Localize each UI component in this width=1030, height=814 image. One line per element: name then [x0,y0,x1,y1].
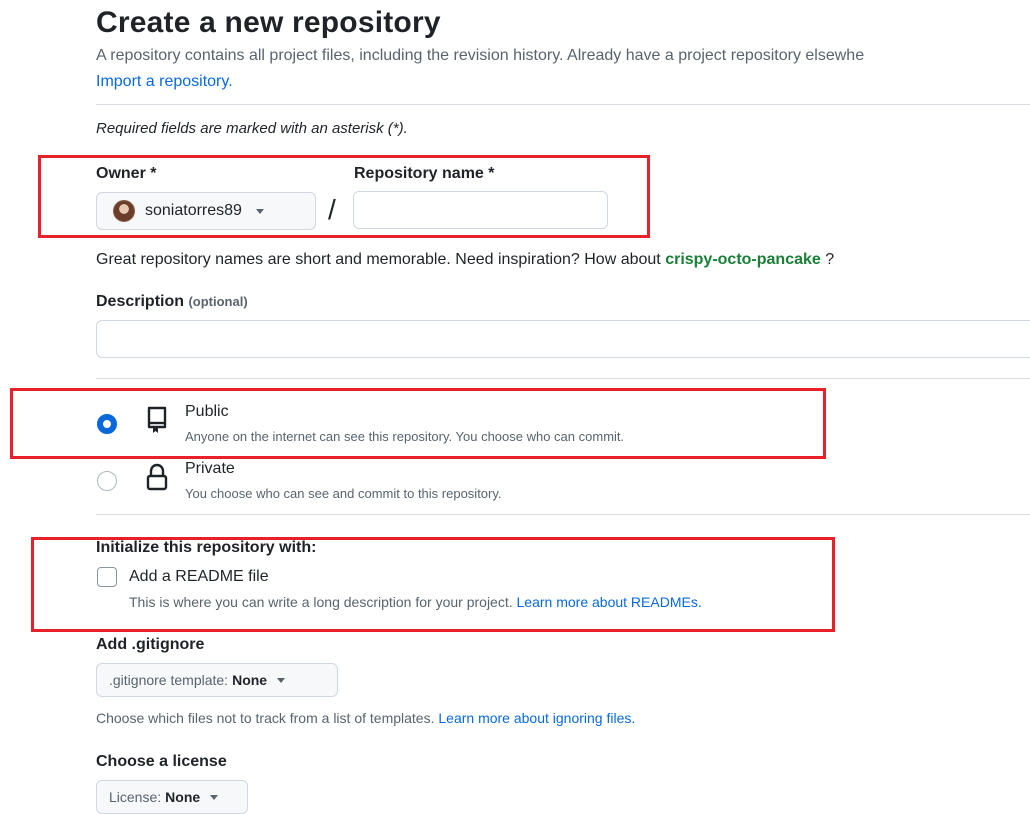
visibility-public-desc: Anyone on the internet can see this repo… [185,429,625,444]
highlight-box-visibility [10,388,826,459]
visibility-private-desc: You choose who can see and commit to thi… [185,486,502,501]
readme-label[interactable]: Add a README file [129,568,269,586]
visibility-private-title: Private [185,460,235,477]
gitignore-label: Add .gitignore [96,636,205,653]
owner-label: Owner * [96,165,157,182]
description-label: Description (optional) [96,293,248,311]
repo-name-hint: Great repository names are short and mem… [96,251,834,269]
gitignore-template-dropdown[interactable]: .gitignore template: None [96,663,338,697]
lock-icon [146,463,168,491]
license-value: None [165,789,201,805]
repo-icon [147,406,167,433]
license-label: Choose a license [96,753,227,770]
learn-more-ignoring-link[interactable]: Learn more about ignoring files. [438,710,635,726]
license-dropdown[interactable]: License: None [96,780,248,814]
owner-name: soniatorres89 [145,202,242,219]
name-suggestion[interactable]: crispy-octo-pancake [665,251,821,268]
readme-checkbox[interactable] [97,567,117,587]
optional-tag: (optional) [188,294,248,309]
gitignore-prefix: .gitignore template: [109,672,229,688]
readme-description: This is where you can write a long descr… [129,594,702,610]
owner-dropdown[interactable]: soniatorres89 [96,192,316,230]
gitignore-hint: Choose which files not to track from a l… [96,710,635,726]
visibility-radio-private[interactable] [97,471,117,491]
gitignore-hint-text: Choose which files not to track from a l… [96,710,435,726]
divider [96,514,1030,515]
chevron-down-icon [210,794,219,800]
required-fields-note: Required fields are marked with an aster… [96,120,408,137]
description-label-text: Description [96,293,185,310]
license-prefix: License: [109,789,162,805]
chevron-down-icon [277,677,286,683]
learn-more-readmes-link[interactable]: Learn more about READMEs. [517,594,702,610]
gitignore-value: None [232,672,268,688]
repo-name-input[interactable] [353,191,608,229]
repo-name-label: Repository name * [354,165,495,182]
divider [96,104,1030,105]
owner-repo-separator: / [328,194,336,225]
page-intro: A repository contains all project files,… [96,47,865,64]
visibility-radio-public[interactable] [97,414,117,434]
hint-text: Great repository names are short and mem… [96,251,661,268]
visibility-public-title: Public [185,403,229,420]
chevron-down-icon [255,208,264,214]
import-repository-link[interactable]: Import a repository. [96,73,233,91]
hint-suffix: ? [825,251,835,268]
description-input[interactable] [96,320,1030,358]
readme-desc-text: This is where you can write a long descr… [129,594,513,610]
page-title: Create a new repository [96,6,441,39]
initialize-label: Initialize this repository with: [96,539,317,556]
avatar [113,200,135,222]
divider [96,378,1030,379]
